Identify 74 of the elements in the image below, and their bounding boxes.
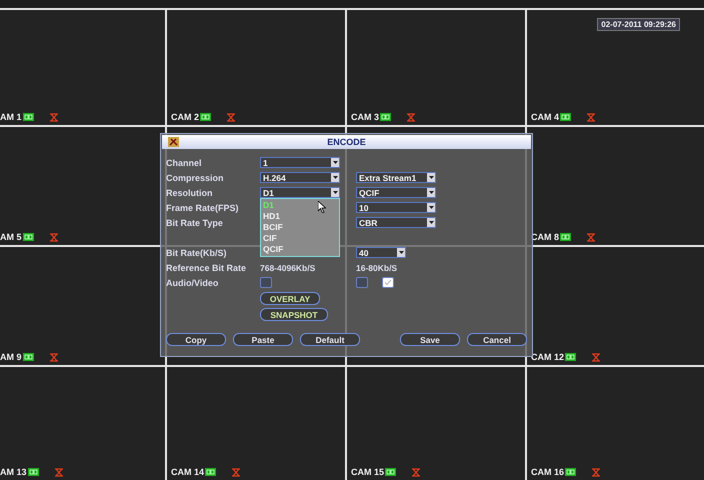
camera-label: AM 1 — [0, 112, 22, 122]
motion-alarm-icon — [48, 352, 59, 362]
field-label: Bit Rate(Kb/S) — [166, 248, 228, 258]
field-label: Audio/Video — [166, 278, 220, 288]
field-label: Resolution — [166, 188, 214, 198]
dropdown-field[interactable]: 10 — [356, 202, 436, 213]
dialog-button[interactable]: Default — [300, 333, 360, 346]
dropdown-field[interactable]: H.264 — [260, 172, 340, 183]
camera-label: CAM 3 — [351, 112, 380, 122]
dropdown-arrow-icon — [331, 173, 339, 182]
dialog-button[interactable]: Copy — [166, 333, 226, 346]
record-status-icon — [28, 468, 39, 476]
motion-alarm-icon — [231, 468, 242, 476]
camera-label: AM 13 — [0, 467, 27, 477]
dropdown-field[interactable]: 40 — [356, 247, 406, 258]
action-button[interactable]: SNAPSHOT — [260, 308, 328, 321]
checkbox[interactable] — [260, 277, 272, 288]
dropdown-arrow-icon — [427, 173, 435, 182]
camera-label: CAM 2 — [171, 112, 200, 122]
dropdown-arrow-icon — [427, 203, 435, 212]
checkbox[interactable] — [356, 277, 368, 288]
motion-alarm-icon — [226, 112, 236, 122]
record-status-icon — [385, 468, 396, 476]
dropdown-field[interactable]: 1 — [260, 157, 340, 168]
camera-label: CAM 12 — [531, 352, 564, 362]
dialog-button[interactable]: Save — [400, 333, 460, 346]
field-label: Reference Bit Rate — [166, 262, 248, 272]
dropdown-arrow-icon — [427, 218, 435, 227]
record-status-icon — [565, 468, 576, 476]
record-status-icon — [22, 233, 34, 241]
camera-label: CAM 16 — [531, 467, 564, 477]
field-label: Compression — [166, 172, 225, 182]
motion-alarm-icon — [48, 232, 59, 242]
record-status-icon — [380, 113, 392, 121]
motion-alarm-icon — [591, 352, 602, 362]
camera-label: CAM 15 — [351, 467, 384, 477]
field-label: Channel — [166, 158, 203, 168]
field-label: Bit Rate Type — [166, 218, 224, 228]
action-button[interactable]: OVERLAY — [260, 292, 320, 305]
motion-alarm-icon — [586, 112, 596, 122]
bit-rate-range: 16-80Kb/S — [356, 262, 398, 272]
dialog-button[interactable]: Cancel — [467, 333, 527, 346]
motion-alarm-icon — [406, 112, 416, 122]
dropdown-field[interactable]: QCIF — [356, 187, 436, 198]
dialog-button[interactable]: Paste — [233, 333, 293, 346]
dropdown-field[interactable]: CBR — [356, 217, 436, 228]
dropdown-field[interactable]: D1 — [260, 187, 340, 198]
record-status-icon — [22, 353, 34, 361]
camera-label: CAM 4 — [531, 112, 560, 122]
record-status-icon — [560, 113, 572, 121]
field-label: Frame Rate(FPS) — [166, 202, 240, 212]
dropdown-field[interactable]: Extra Stream1 — [356, 172, 436, 183]
timestamp: 02-07-2011 09:29:26 — [597, 18, 680, 31]
dropdown-arrow-icon — [427, 188, 435, 197]
dialog-title: ENCODE — [327, 137, 367, 147]
motion-alarm-icon — [48, 112, 59, 122]
record-status-icon — [565, 353, 576, 361]
motion-alarm-icon — [586, 232, 596, 242]
record-status-icon — [560, 233, 572, 241]
camera-label: CAM 14 — [171, 467, 204, 477]
record-status-icon — [205, 468, 216, 476]
record-status-icon — [200, 113, 212, 121]
motion-alarm-icon — [411, 468, 422, 476]
camera-label: AM 9 — [0, 352, 22, 362]
bit-rate-range: 768-4096Kb/S — [260, 262, 316, 272]
motion-alarm-icon — [591, 468, 602, 476]
checkbox[interactable] — [382, 277, 394, 288]
dropdown-arrow-icon — [331, 188, 339, 197]
dropdown-arrow-icon — [397, 248, 405, 257]
camera-label: AM 5 — [0, 232, 22, 242]
motion-alarm-icon — [54, 468, 64, 476]
record-status-icon — [22, 113, 34, 121]
mouse-cursor-icon — [318, 201, 326, 213]
dropdown-arrow-icon — [331, 158, 339, 167]
